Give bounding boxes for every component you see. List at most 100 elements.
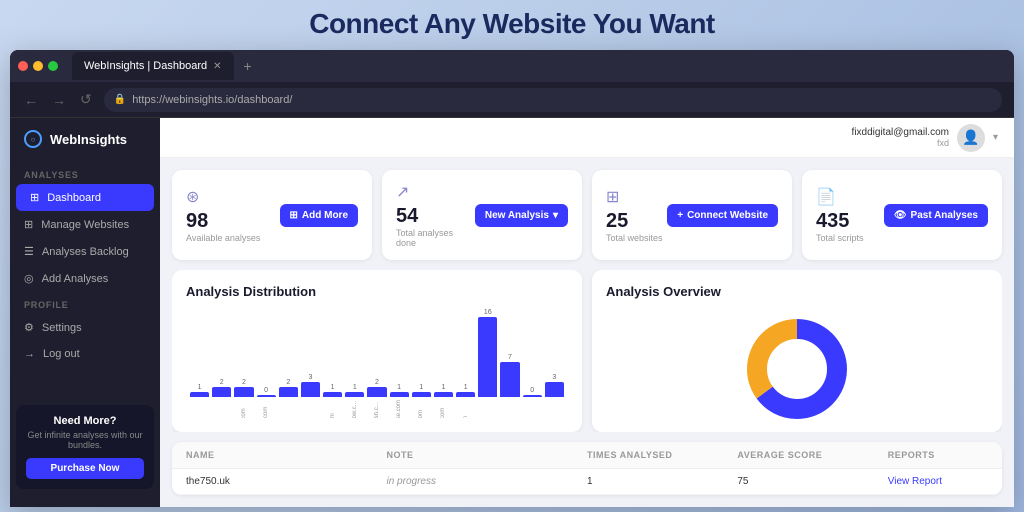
bar-rect	[234, 387, 253, 397]
bar-rect	[523, 395, 542, 397]
bar-item: 1nx750.uk	[190, 384, 209, 418]
dashboard-content: ⊛ 98 Available analyses ⊞ Add More ↗ 54	[160, 158, 1014, 507]
bar-item: 2 productive.com	[234, 379, 253, 418]
settings-icon: ⚙	[24, 321, 34, 334]
bar-item: 2learnwebflash.com	[367, 379, 386, 418]
row-report-link[interactable]: View Report	[888, 476, 988, 487]
bar-item: 1myproxiesnow.com	[345, 384, 364, 418]
logo-text: WebInsights	[50, 132, 127, 147]
past-analyses-label: Past Analyses	[911, 210, 978, 221]
close-dot[interactable]	[18, 61, 28, 71]
sidebar-item-analyses-backlog[interactable]: ☰ Analyses Backlog	[10, 238, 160, 265]
bar-label: taprime.com	[463, 399, 469, 418]
scripts-stat-icon: 📄	[816, 187, 864, 207]
sidebar-item-settings[interactable]: ⚙ Settings	[10, 314, 160, 341]
bar-value: 2	[375, 379, 379, 386]
sidebar-item-manage-websites[interactable]: ⊞ Manage Websites	[10, 211, 160, 238]
user-email: fixddigital@gmail.com	[852, 127, 949, 138]
stat-card-scripts: 📄 435 Total scripts 👁 Past Analyses	[802, 170, 1002, 260]
bar-rect	[545, 382, 564, 397]
tab-close-button[interactable]: ✕	[213, 61, 221, 72]
sidebar-logo: ○ WebInsights	[10, 130, 160, 162]
bar-rect	[367, 387, 386, 397]
bar-rect	[190, 392, 209, 397]
donut-chart-card: Analysis Overview	[592, 270, 1002, 432]
bar-label: dialogup.com	[330, 399, 336, 418]
sidebar-item-backlog-label: Analyses Backlog	[42, 246, 129, 258]
table-header: NAME NOTE TIMES ANALYSED AVERAGE SCORE R…	[172, 442, 1002, 469]
bar-rect	[279, 387, 298, 397]
bar-value: 2	[220, 379, 224, 386]
done-stat-icon: ↗	[396, 182, 475, 202]
connect-icon: +	[677, 210, 683, 221]
donut-chart-title: Analysis Overview	[606, 284, 988, 299]
add-more-icon: ⊞	[290, 210, 298, 221]
bar-item: 1midalcorp.com	[412, 384, 431, 418]
logout-icon: →	[24, 348, 35, 360]
bar-item: 2fiddix.ai	[212, 379, 231, 418]
bar-rect	[390, 392, 409, 397]
add-analyses-icon: ◎	[24, 272, 34, 285]
sidebar-item-add-analyses[interactable]: ◎ Add Analyses	[10, 265, 160, 292]
sidebar-item-settings-label: Settings	[42, 322, 82, 334]
websites-stat-icon: ⊞	[606, 187, 663, 207]
browser-window: WebInsights | Dashboard ✕ + ← → ↺ 🔒 http…	[10, 50, 1014, 507]
add-more-button[interactable]: ⊞ Add More	[280, 204, 359, 227]
user-avatar[interactable]: 👤	[957, 124, 985, 152]
browser-tab-bar: WebInsights | Dashboard ✕ +	[10, 50, 1014, 82]
purchase-now-button[interactable]: Purchase Now	[26, 458, 144, 479]
bar-item: 7site14	[500, 354, 519, 418]
websites-stat-number: 25	[606, 211, 663, 231]
new-analysis-button[interactable]: New Analysis ▾	[475, 204, 568, 227]
scripts-stat-number: 435	[816, 211, 864, 231]
bar-rect	[257, 395, 276, 397]
row-note: in progress	[387, 476, 588, 487]
col-times: TIMES ANALYSED	[587, 450, 737, 460]
new-analysis-dropdown: ▾	[553, 210, 558, 221]
new-tab-button[interactable]: +	[244, 58, 252, 74]
minimize-dot[interactable]	[33, 61, 43, 71]
user-name: fxd	[852, 138, 949, 148]
url-bar[interactable]: 🔒 https://webinsights.io/dashboard/	[104, 88, 1002, 112]
user-menu-chevron[interactable]: ▾	[993, 132, 998, 143]
bars-container: 1nx750.uk2fiddix.ai2productive.com0click…	[186, 309, 568, 418]
refresh-button[interactable]: ↺	[78, 89, 94, 110]
bar-rect	[323, 392, 342, 397]
bar-value: 2	[242, 379, 246, 386]
bar-value: 0	[530, 387, 534, 394]
bar-label: site15	[529, 399, 535, 418]
websites-stat-label: Total websites	[606, 233, 663, 243]
col-name: NAME	[186, 450, 387, 460]
past-analyses-button[interactable]: 👁 Past Analyses	[884, 204, 988, 227]
forward-button[interactable]: →	[50, 90, 68, 110]
back-button[interactable]: ←	[22, 90, 40, 110]
main-content: fixddigital@gmail.com fxd 👤 ▾ ⊛ 98 Avail…	[160, 118, 1014, 507]
sidebar-item-manage-label: Manage Websites	[41, 219, 129, 231]
stat-card-analyses: ⊛ 98 Available analyses ⊞ Add More	[172, 170, 372, 260]
connect-website-button[interactable]: + Connect Website	[667, 204, 778, 227]
done-stat-number: 54	[396, 206, 475, 226]
bar-label: productive.com	[241, 399, 247, 418]
bar-label: HebrewClose.com	[396, 399, 402, 418]
sidebar-item-add-label: Add Analyses	[42, 273, 109, 285]
bar-rect	[412, 392, 431, 397]
sidebar-item-logout[interactable]: → Log out	[10, 341, 160, 367]
bar-chart-card: Analysis Distribution 1nx750.uk2fiddix.a…	[172, 270, 582, 432]
logo-icon: ○	[24, 130, 42, 148]
new-analysis-label: New Analysis	[485, 210, 549, 221]
active-tab[interactable]: WebInsights | Dashboard ✕	[72, 52, 234, 80]
stat-card-websites: ⊞ 25 Total websites + Connect Website	[592, 170, 792, 260]
stat-left-analyses: ⊛ 98 Available analyses	[186, 187, 260, 243]
backlog-icon: ☰	[24, 245, 34, 258]
bar-item: 2caroline-webs.com	[279, 379, 298, 418]
bar-item: 0 site15	[523, 387, 542, 418]
sidebar-item-logout-label: Log out	[43, 348, 80, 360]
scripts-stat-label: Total scripts	[816, 233, 864, 243]
row-name: the750.uk	[186, 476, 387, 487]
maximize-dot[interactable]	[48, 61, 58, 71]
bar-chart: 1nx750.uk2fiddix.ai2productive.com0click…	[186, 309, 568, 418]
row-times: 1	[587, 476, 737, 487]
sidebar-item-dashboard[interactable]: ⊞ Dashboard	[16, 184, 154, 211]
lock-icon: 🔒	[114, 94, 126, 105]
charts-row: Analysis Distribution 1nx750.uk2fiddix.a…	[172, 270, 1002, 432]
